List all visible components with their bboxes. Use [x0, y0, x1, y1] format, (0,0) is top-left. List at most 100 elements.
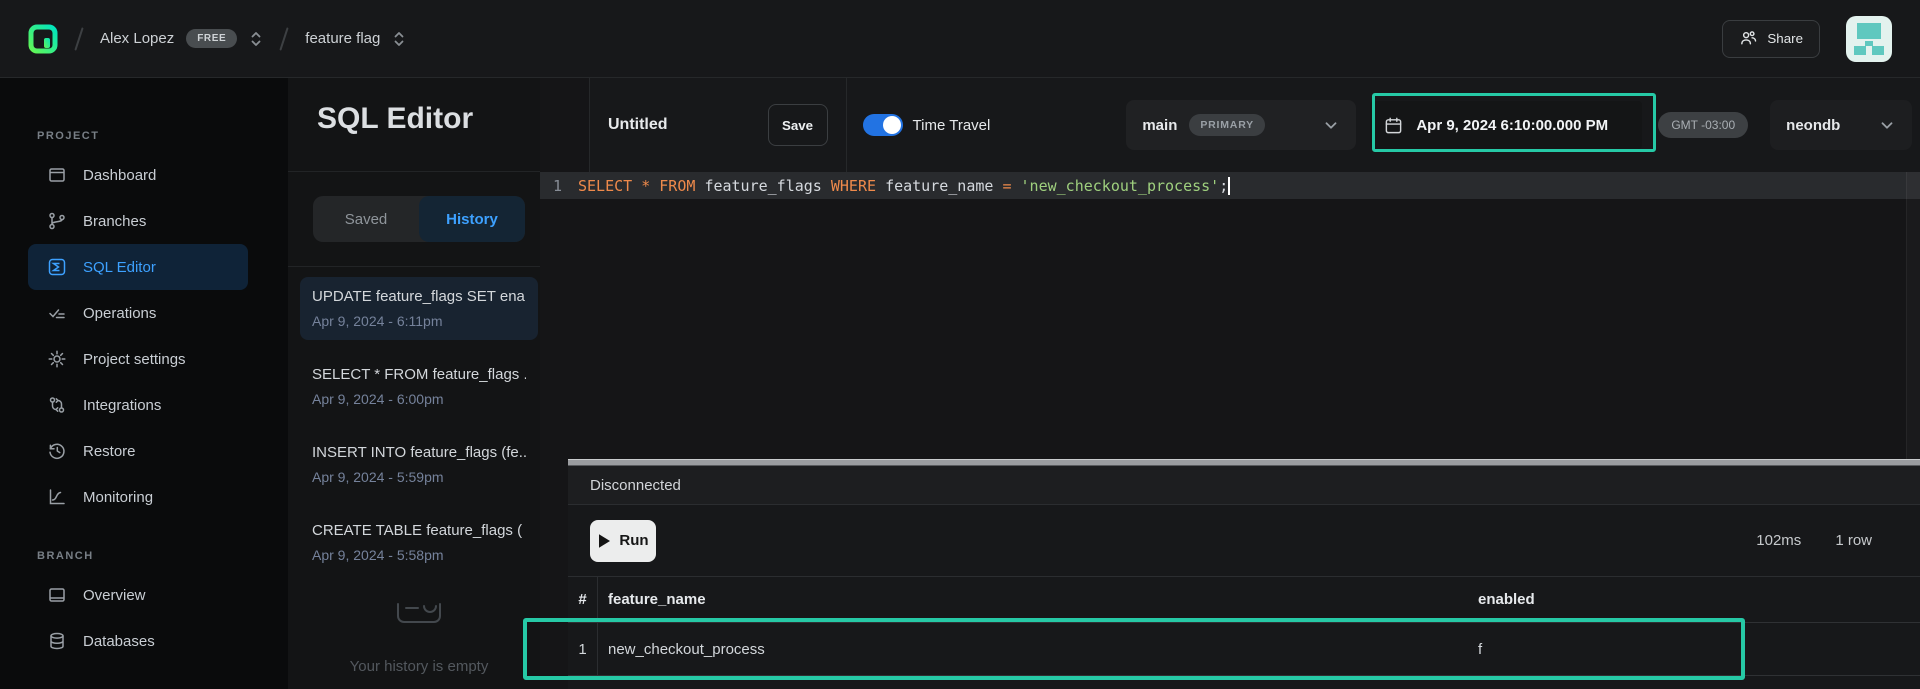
sql-identifier: feature_flags [704, 177, 830, 195]
history-query: SELECT * FROM feature_flags ... [312, 366, 526, 383]
results-table-header: # feature_name enabled [568, 577, 1920, 622]
users-icon [1739, 29, 1758, 48]
sidebar-item-databases[interactable]: Databases [28, 618, 248, 664]
row-index-cell: 1 [568, 623, 598, 675]
sidebar-item-label: Dashboard [83, 167, 156, 184]
sql-keyword: FROM [659, 177, 704, 195]
sidebar-item-sql-editor[interactable]: SQL Editor [28, 244, 248, 290]
history-query: INSERT INTO feature_flags (fe... [312, 444, 526, 461]
sidebar-item-label: SQL Editor [83, 259, 156, 276]
monitoring-icon [47, 487, 67, 507]
time-travel-label: Time Travel [913, 117, 991, 134]
sidebar-item-label: Operations [83, 305, 156, 322]
restore-icon [47, 441, 67, 461]
datetime-value: Apr 9, 2024 6:10:00.000 PM [1416, 117, 1608, 134]
column-header-enabled: enabled [1478, 591, 1920, 608]
sql-string: 'new_checkout_process' [1021, 177, 1220, 195]
query-duration: 102ms [1756, 532, 1801, 549]
history-item[interactable]: SELECT * FROM feature_flags ... Apr 9, 2… [300, 355, 538, 418]
history-empty-state: Your history is empty [288, 658, 550, 675]
run-button[interactable]: Run [590, 520, 656, 562]
sidebar-item-label: Restore [83, 443, 136, 460]
sidebar-item-dashboard[interactable]: Dashboard [28, 152, 248, 198]
editor-header: Untitled Save Time Travel main PRIMARY A… [589, 78, 1920, 172]
column-header-feature-name: feature_name [598, 591, 1478, 608]
document-title: Untitled [608, 116, 668, 134]
branch-selector[interactable]: main PRIMARY [1126, 100, 1356, 150]
play-icon [597, 533, 611, 549]
connection-status-bar: Disconnected [568, 466, 1920, 505]
history-list: UPDATE feature_flags SET ena... Apr 9, 2… [288, 267, 550, 574]
time-travel-toggle[interactable] [863, 114, 903, 136]
integrations-icon [47, 395, 67, 415]
breadcrumb-separator [280, 27, 289, 50]
share-button[interactable]: Share [1722, 20, 1820, 58]
chevron-down-icon [1322, 116, 1340, 134]
chevron-down-icon [1878, 116, 1896, 134]
sidebar-item-project-settings[interactable]: Project settings [28, 336, 248, 382]
row-count: 1 row [1835, 532, 1872, 549]
databases-icon [47, 631, 67, 651]
sidebar-item-operations[interactable]: Operations [28, 290, 248, 336]
sql-keyword: WHERE [831, 177, 885, 195]
history-item[interactable]: CREATE TABLE feature_flags ( f... Apr 9,… [300, 511, 538, 574]
save-button[interactable]: Save [768, 104, 828, 146]
sidebar-item-restore[interactable]: Restore [28, 428, 248, 474]
run-label: Run [619, 532, 648, 549]
database-selector[interactable]: neondb [1770, 100, 1912, 150]
sidebar-item-integrations[interactable]: Integrations [28, 382, 248, 428]
sidebar-item-monitoring[interactable]: Monitoring [28, 474, 248, 520]
selector-chevrons-icon [249, 29, 263, 49]
enabled-cell: f [1478, 641, 1920, 658]
sidebar: PROJECT Dashboard Branches SQL [0, 78, 288, 689]
neon-console: Alex Lopez FREE feature flag Share [0, 0, 1920, 689]
org-selector[interactable]: Alex Lopez FREE [100, 29, 263, 49]
history-query: CREATE TABLE feature_flags ( f... [312, 522, 526, 539]
saved-history-tabs: Saved History [313, 196, 525, 242]
history-date: Apr 9, 2024 - 6:11pm [312, 313, 526, 329]
sidebar-item-label: Branches [83, 213, 146, 230]
feature-name-cell: new_checkout_process [598, 641, 1478, 658]
history-item[interactable]: INSERT INTO feature_flags (fe... Apr 9, … [300, 433, 538, 496]
tab-saved[interactable]: Saved [313, 196, 419, 242]
plan-badge: FREE [186, 29, 237, 48]
sql-code-editor[interactable]: 1SELECT * FROM feature_flags WHERE featu… [540, 172, 1920, 459]
project-selector[interactable]: feature flag [305, 29, 406, 49]
history-date: Apr 9, 2024 - 5:58pm [312, 547, 526, 563]
history-query: UPDATE feature_flags SET ena... [312, 288, 526, 305]
top-bar: Alex Lopez FREE feature flag Share [0, 0, 1920, 78]
sidebar-item-label: Project settings [83, 351, 186, 368]
divider [846, 78, 847, 172]
selector-chevrons-icon [392, 29, 406, 49]
panel-resizer-handle[interactable] [568, 459, 1920, 466]
editor-scrollbar[interactable] [1906, 172, 1920, 459]
sidebar-item-branches[interactable]: Branches [28, 198, 248, 244]
history-date: Apr 9, 2024 - 5:59pm [312, 469, 526, 485]
database-name: neondb [1786, 117, 1840, 134]
sidebar-item-label: Databases [83, 633, 155, 650]
sql-operator: * [641, 177, 659, 195]
branch-section-label: BRANCH [37, 550, 288, 562]
neon-logo-icon[interactable] [28, 24, 58, 54]
sql-editor-panel: SQL Editor Saved History UPDATE feature_… [288, 78, 550, 689]
time-travel-datetime-picker[interactable]: Apr 9, 2024 6:10:00.000 PM [1370, 101, 1642, 149]
history-item[interactable]: UPDATE feature_flags SET ena... Apr 9, 2… [300, 277, 538, 340]
branch-name: main [1142, 117, 1177, 134]
line-number: 1 [540, 177, 562, 195]
tab-history[interactable]: History [419, 196, 525, 242]
sql-operator: = [1002, 177, 1020, 195]
timezone-badge: GMT -03:00 [1658, 112, 1748, 138]
table-row[interactable]: 1 new_checkout_process f [568, 622, 1920, 676]
project-section-label: PROJECT [37, 130, 288, 142]
sidebar-item-overview[interactable]: Overview [28, 572, 248, 618]
avatar[interactable] [1846, 16, 1892, 62]
operations-icon [47, 303, 67, 323]
run-toolbar: Run 102ms 1 row [568, 505, 1920, 577]
history-date: Apr 9, 2024 - 6:00pm [312, 391, 526, 407]
overview-icon [47, 585, 67, 605]
branches-icon [47, 211, 67, 231]
sql-identifier: feature_name [885, 177, 1002, 195]
breadcrumb-separator [74, 27, 83, 50]
settings-icon [47, 349, 67, 369]
query-meta: 102ms 1 row [1756, 532, 1872, 549]
